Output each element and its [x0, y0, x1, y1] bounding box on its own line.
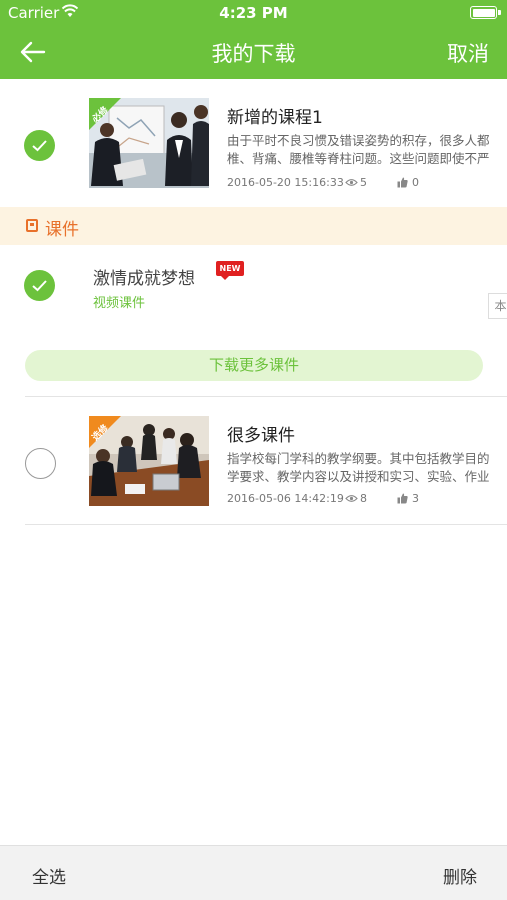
page-title: 我的下载: [211, 42, 296, 66]
cancel-button[interactable]: 取消: [447, 38, 489, 68]
eye-icon: [345, 495, 358, 502]
course-title[interactable]: 新增的课程1: [227, 103, 323, 128]
download-more-button[interactable]: 下载更多课件: [25, 350, 483, 381]
course-desc-line: 学要求、教学内容以及讲授和实习、实验、作业: [227, 469, 490, 484]
courseware-type: 视频课件: [93, 296, 146, 311]
courseware-checkbox[interactable]: [24, 270, 55, 301]
nav-header: Carrier 4:23 PM 我的下载 取消: [0, 0, 507, 79]
course-likes: 0: [412, 176, 419, 189]
clock: 4:23 PM: [219, 4, 288, 22]
back-arrow-icon[interactable]: [18, 38, 48, 66]
course-views: 8: [360, 492, 367, 505]
delete-button[interactable]: 删除: [443, 863, 477, 888]
course-desc-line: 椎、背痛、腰椎等脊柱问题。这些问题即使不严: [227, 151, 490, 166]
battery-icon: [470, 6, 497, 19]
bottom-toolbar: 全选 删除: [0, 845, 507, 900]
select-all-button[interactable]: 全选: [32, 863, 66, 888]
courseware-icon: [26, 219, 38, 232]
course-likes: 3: [412, 492, 419, 505]
course-thumbnail[interactable]: 必修: [89, 98, 209, 188]
course-desc-line: 由于平时不良习惯及错误姿势的积存，很多人都: [227, 133, 490, 148]
thumbs-up-icon: [397, 493, 408, 504]
status-bar: Carrier 4:23 PM: [0, 0, 507, 26]
course-date: 2016-05-20 15:16:33: [227, 176, 344, 189]
course-desc-line: 指学校每门学科的教学纲要。其中包括教学目的: [227, 451, 490, 466]
checkmark-icon: [32, 140, 47, 152]
course-checkbox[interactable]: [24, 130, 55, 161]
courseware-title[interactable]: 激情成就梦想: [93, 264, 195, 289]
course-views: 5: [360, 176, 367, 189]
course-date: 2016-05-06 14:42:19: [227, 492, 344, 505]
divider: [25, 396, 507, 397]
divider: [25, 524, 507, 525]
thumbs-up-icon: [397, 177, 408, 188]
course-checkbox[interactable]: [25, 448, 56, 479]
eye-icon: [345, 179, 358, 186]
section-label: 课件: [45, 220, 79, 240]
course-thumbnail[interactable]: 选修: [89, 416, 209, 506]
new-badge: NEW: [216, 261, 244, 280]
side-tab[interactable]: 本: [488, 293, 507, 319]
section-header: 课件: [0, 207, 507, 245]
battery-nub: [498, 10, 501, 15]
checkmark-icon: [32, 280, 47, 292]
course-title[interactable]: 很多课件: [227, 421, 295, 446]
